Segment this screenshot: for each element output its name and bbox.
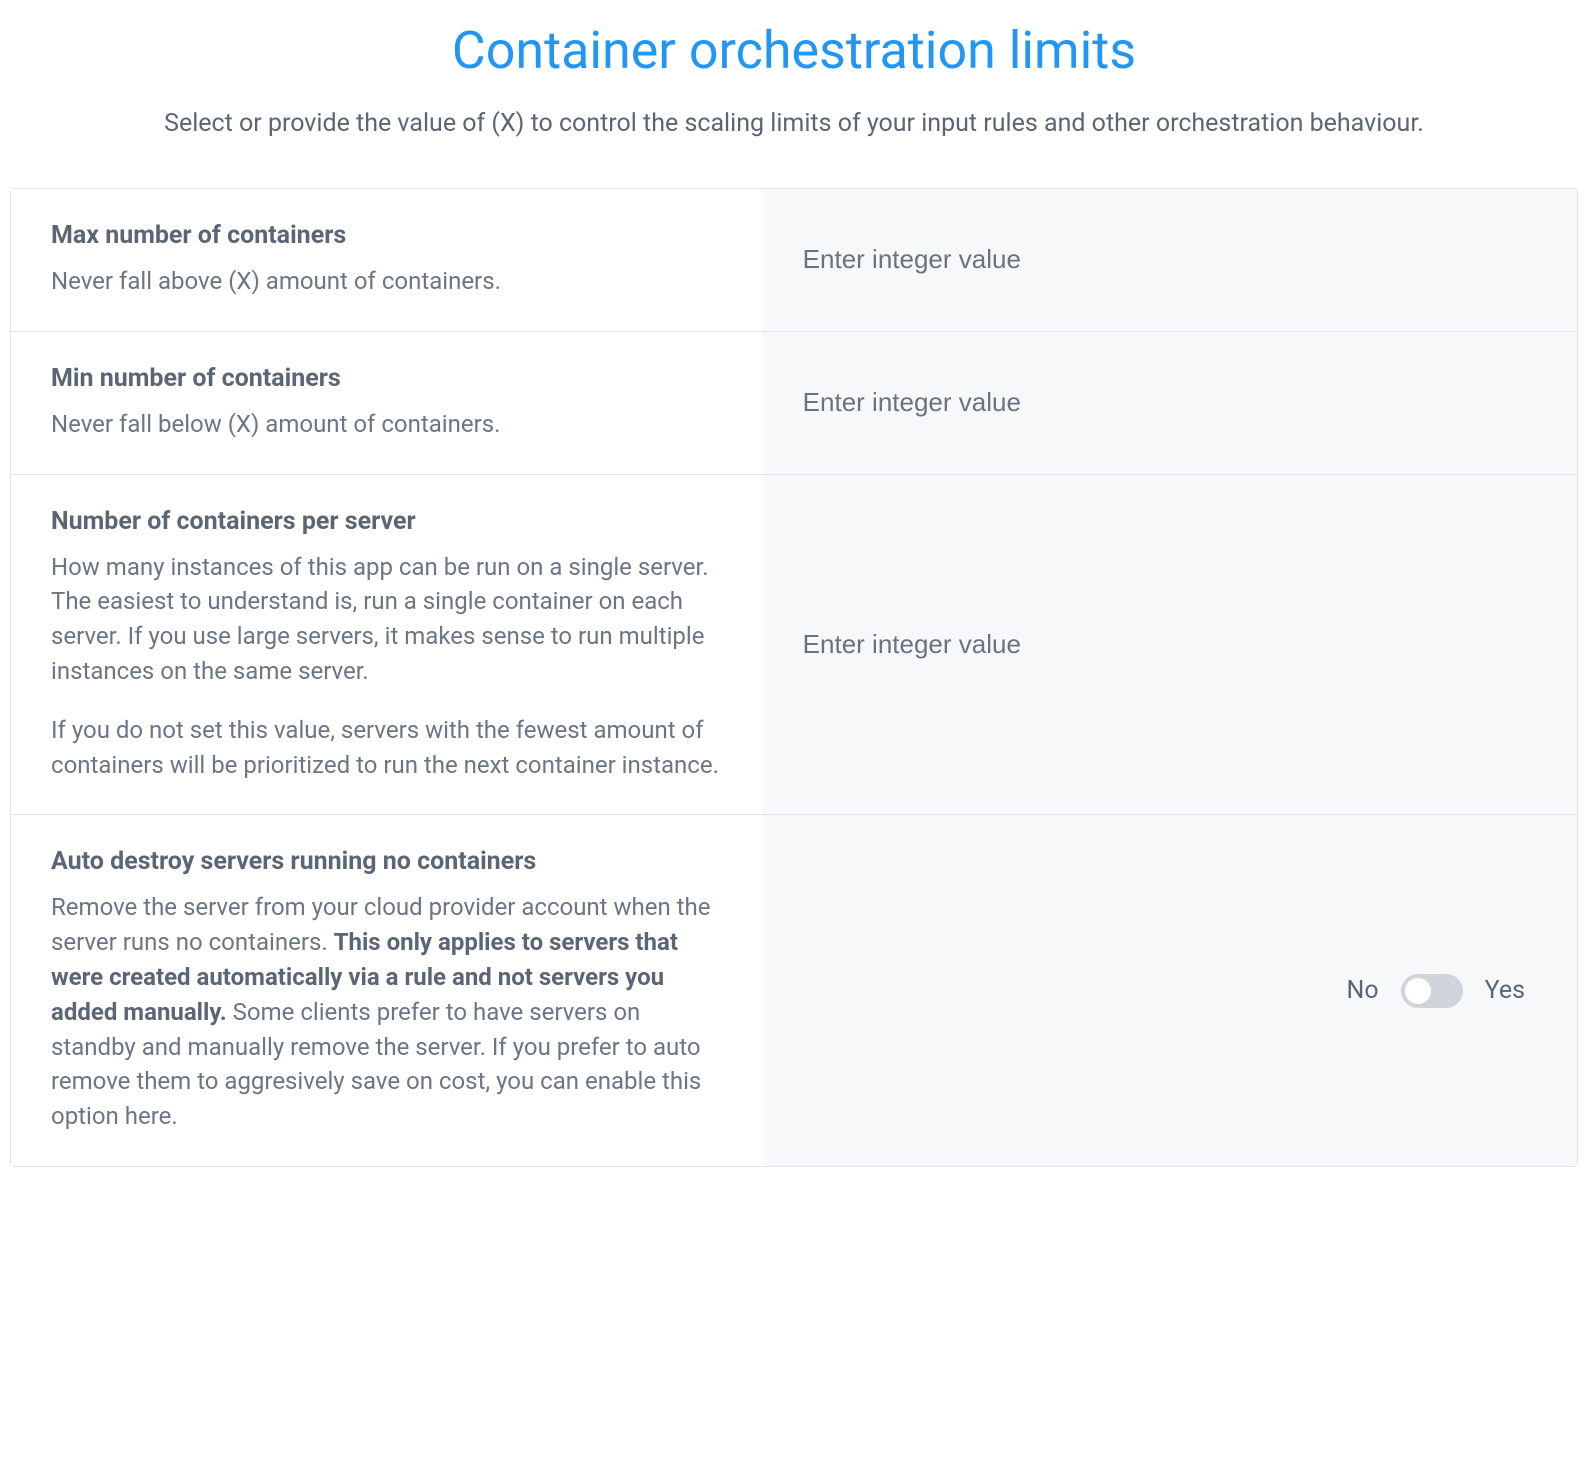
setting-row-containers-per-server: Number of containers per server How many… [11,475,1577,816]
setting-description: Remove the server from your cloud provid… [51,890,723,1134]
setting-title: Min number of containers [51,364,723,393]
setting-row-max-containers: Max number of containers Never fall abov… [11,189,1577,332]
setting-description: How many instances of this app can be ru… [51,550,723,689]
setting-description: Never fall below (X) amount of container… [51,407,723,442]
toggle-wrap: No Yes [803,974,1537,1008]
auto-destroy-toggle[interactable] [1401,974,1463,1008]
setting-label: Min number of containers Never fall belo… [11,332,763,474]
page-subtitle: Select or provide the value of (X) to co… [40,109,1548,138]
setting-label: Number of containers per server How many… [11,475,763,815]
setting-label: Auto destroy servers running no containe… [11,815,763,1166]
setting-description-secondary: If you do not set this value, servers wi… [51,713,723,783]
toggle-no-label: No [1347,976,1379,1005]
setting-title: Max number of containers [51,221,723,250]
setting-row-auto-destroy: Auto destroy servers running no containe… [11,815,1577,1166]
setting-title: Number of containers per server [51,507,723,536]
setting-input-cell [763,189,1577,331]
setting-input-cell [763,475,1577,815]
page-header: Container orchestration limits Select or… [0,0,1588,188]
max-containers-input[interactable] [803,244,1537,275]
setting-label: Max number of containers Never fall abov… [11,189,763,331]
setting-title: Auto destroy servers running no containe… [51,847,723,876]
containers-per-server-input[interactable] [803,629,1537,660]
min-containers-input[interactable] [803,387,1537,418]
settings-table: Max number of containers Never fall abov… [10,188,1578,1167]
page-title: Container orchestration limits [40,20,1548,81]
setting-input-cell: No Yes [763,815,1577,1166]
toggle-yes-label: Yes [1485,976,1525,1005]
setting-description: Never fall above (X) amount of container… [51,264,723,299]
toggle-knob-icon [1405,978,1431,1004]
setting-row-min-containers: Min number of containers Never fall belo… [11,332,1577,475]
setting-input-cell [763,332,1577,474]
